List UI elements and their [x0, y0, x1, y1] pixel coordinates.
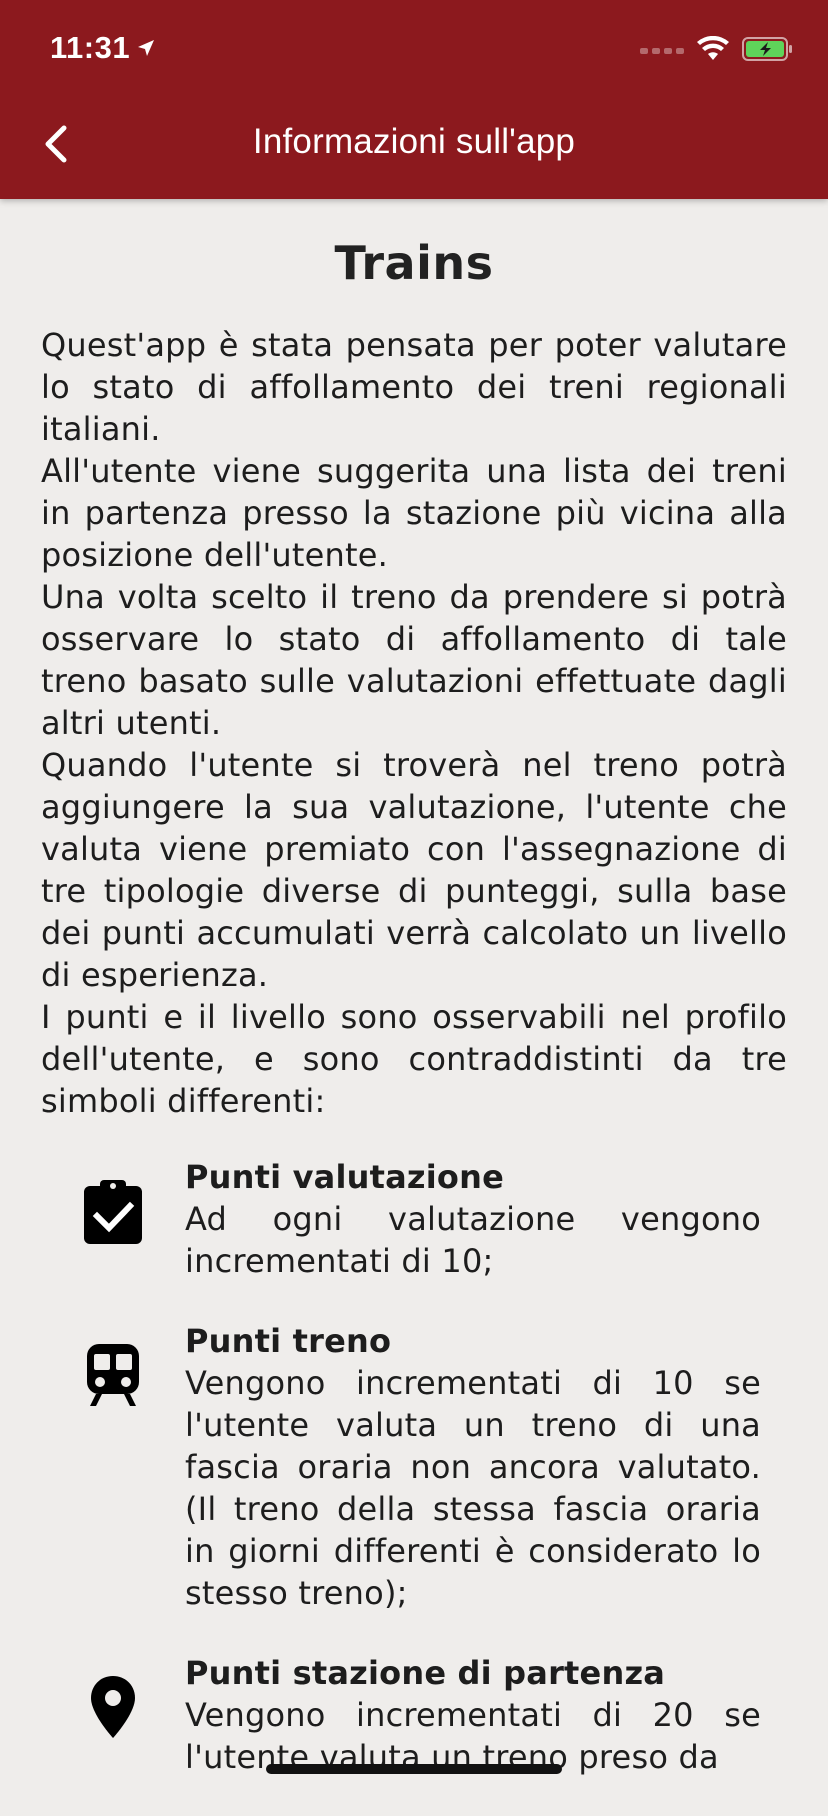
clipboard-check-icon: [41, 1156, 185, 1282]
points-list: Punti valutazione Ad ogni valutazione ve…: [41, 1156, 787, 1778]
time-label: 11:31: [50, 30, 131, 65]
point-item-evaluation: Punti valutazione Ad ogni valutazione ve…: [41, 1156, 787, 1282]
point-title: Punti stazione di partenza: [185, 1654, 666, 1692]
page-title: Informazioni sull'app: [252, 122, 576, 161]
status-bar-time: 11:31: [50, 30, 156, 66]
intro-paragraph: Una volta scelto il treno da prendere si…: [41, 578, 787, 742]
intro-paragraph: Quando l'utente si troverà nel treno pot…: [41, 746, 787, 994]
point-item-train: Punti treno Vengono incrementati di 10 s…: [41, 1320, 787, 1614]
intro-text: Quest'app è stata pensata per poter valu…: [41, 324, 787, 1122]
intro-paragraph: Quest'app è stata pensata per poter valu…: [41, 326, 787, 448]
intro-paragraph: I punti e il livello sono osservabili ne…: [41, 998, 787, 1120]
home-indicator[interactable]: [266, 1764, 562, 1774]
location-arrow-icon: [136, 38, 156, 58]
intro-paragraph: All'utente viene suggerita una lista dei…: [41, 452, 787, 574]
app-header: 11:31 Informazioni sull'app: [0, 0, 828, 199]
point-item-departure-station: Punti stazione di partenza Vengono incre…: [41, 1652, 787, 1778]
about-content: Trains Quest'app è stata pensata per pot…: [41, 236, 787, 1816]
train-icon: [41, 1320, 185, 1614]
point-description: Ad ogni valutazione vengono incrementati…: [185, 1200, 761, 1280]
cellular-signal-icon: [640, 48, 684, 54]
map-pin-icon: [41, 1652, 185, 1778]
point-description: Vengono incrementati di 10 se l'utente v…: [185, 1364, 761, 1612]
status-bar-indicators: [640, 35, 794, 66]
point-title: Punti treno: [185, 1322, 392, 1360]
battery-charging-icon: [742, 36, 794, 66]
point-title: Punti valutazione: [185, 1158, 504, 1196]
wifi-icon: [696, 35, 730, 66]
app-name-heading: Trains: [334, 236, 494, 290]
